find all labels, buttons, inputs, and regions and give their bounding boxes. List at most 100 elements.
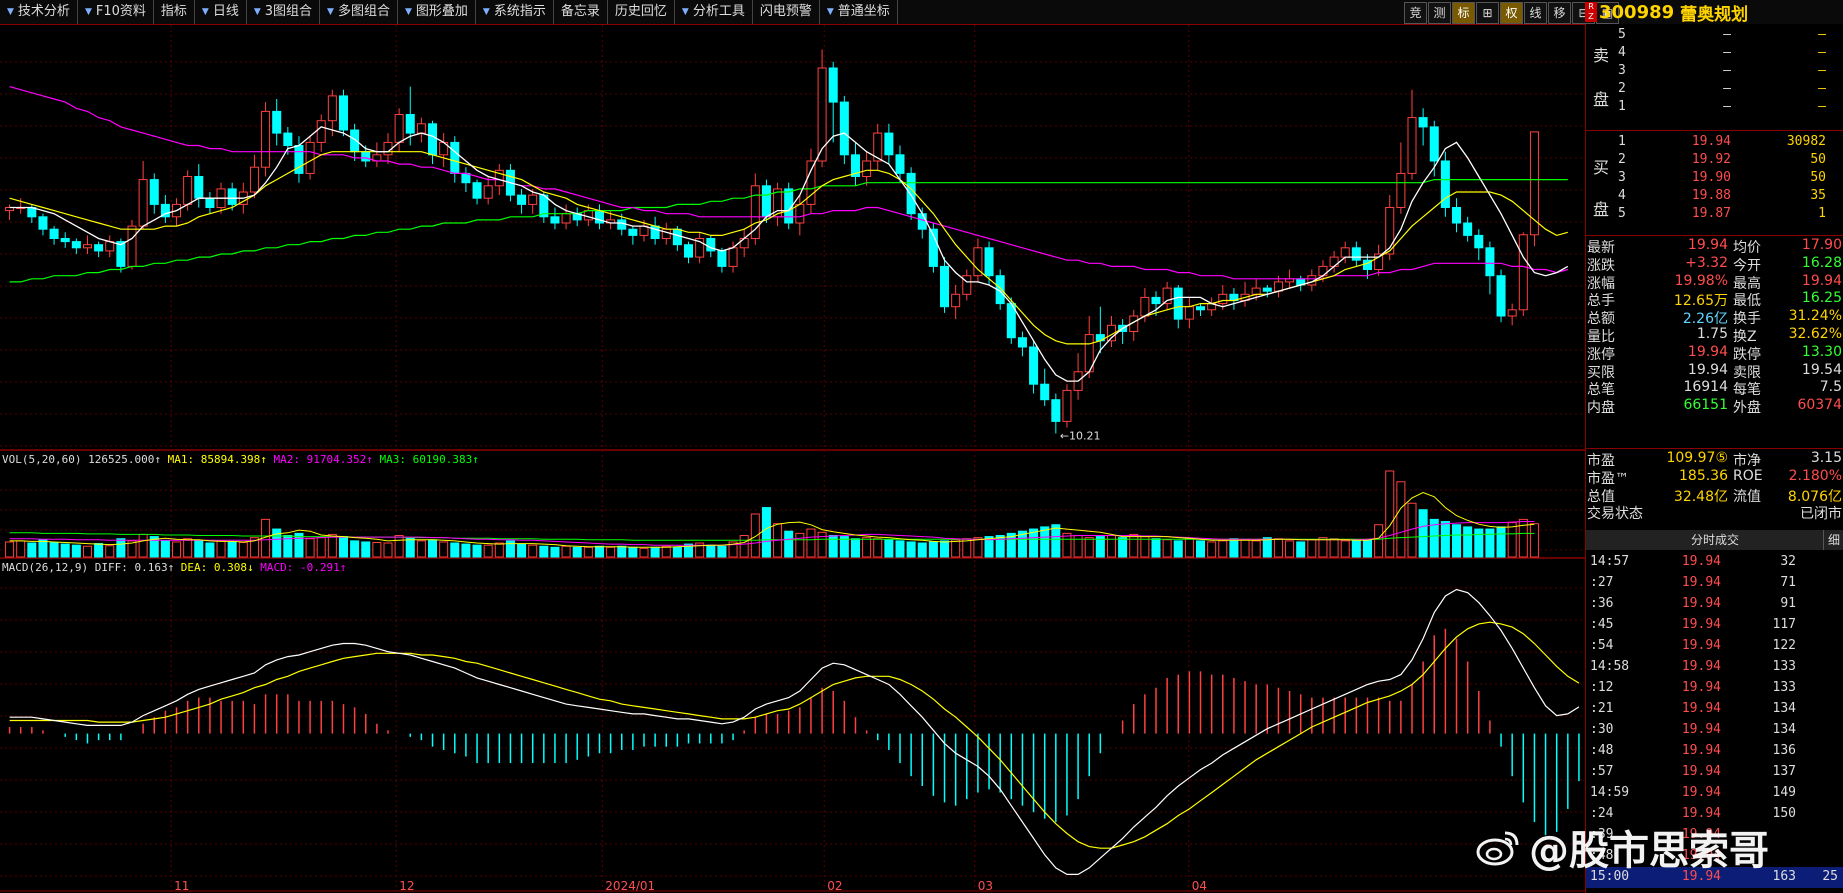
candle-down	[517, 194, 527, 205]
volume-bar-up	[105, 545, 115, 558]
quote-row: 交易状态 已闭市	[1586, 501, 1843, 522]
candle-up	[1062, 389, 1072, 422]
view-button-4[interactable]: 权	[1500, 2, 1523, 24]
volume-bar-down	[38, 539, 48, 558]
menu-item-8[interactable]: 备忘录	[554, 0, 608, 24]
menu-item-4[interactable]: ▼ 3图组合	[247, 0, 321, 24]
candle-up	[261, 110, 271, 168]
candle-down	[94, 244, 104, 252]
candle-up	[249, 166, 259, 193]
menu-item-9[interactable]: 历史回忆	[608, 0, 675, 24]
candle-up	[394, 114, 404, 143]
candle-down	[1463, 222, 1473, 236]
candle-up	[583, 210, 593, 221]
sell-vol: —	[1818, 63, 1826, 78]
menu-item-3[interactable]: ▼ 日线	[195, 0, 247, 24]
volume-bar-down	[160, 540, 170, 558]
timesales-row: :54 19.94 122	[1586, 636, 1843, 657]
low-price-annotation: ←10.21	[1060, 429, 1101, 442]
menu-item-6[interactable]: ▼ 图形叠加	[398, 0, 476, 24]
candle-up	[327, 95, 337, 122]
menu-item-label: 技术分析	[17, 4, 70, 19]
volume-legend-item: MA2: 91704.352↑	[267, 453, 373, 466]
buy-price: 19.90	[1691, 170, 1731, 185]
timesales-p: 19.94	[1681, 701, 1721, 716]
volume-bar-down	[27, 542, 37, 558]
macd-legend-item: DEA: 0.308↓	[174, 561, 253, 574]
candle-down	[1040, 383, 1050, 401]
volume-bar-up	[416, 540, 426, 558]
volume-bar-up	[1273, 538, 1283, 558]
volume-bar-down	[940, 540, 950, 558]
volume-bar-up	[1318, 537, 1328, 558]
volume-bar-down	[928, 541, 938, 558]
view-button-1[interactable]: 测	[1428, 2, 1451, 24]
fine-toggle-button[interactable]: 细	[1823, 530, 1843, 550]
volume-bar-down	[49, 541, 59, 558]
menu-item-label: 图形叠加	[415, 4, 468, 19]
timesales-t: :30	[1590, 722, 1614, 737]
sell-label-1: 卖	[1592, 46, 1609, 65]
timesales-t: :54	[1590, 638, 1614, 653]
menu-item-2[interactable]: 指标	[154, 0, 195, 24]
timesales-t: :27	[1590, 575, 1614, 590]
candle-down	[1262, 287, 1272, 292]
candle-down	[917, 213, 927, 230]
quote-v2: 31.24%	[1788, 308, 1842, 325]
candle-up	[1251, 287, 1261, 295]
volume-bar-down	[717, 545, 727, 558]
sell-level: 4	[1618, 45, 1626, 60]
quote-v1: 109.97⑤	[1666, 450, 1728, 466]
kline-chart[interactable]: 11 12 2024/01 02 03 04←10.21VOL(5,20,60) 1265…	[0, 25, 1585, 893]
candle-up	[561, 213, 571, 224]
candle-down	[428, 123, 438, 156]
quote-v2: 17.90	[1801, 237, 1842, 253]
quote-l2: 外盘	[1733, 400, 1761, 417]
menu-item-1[interactable]: ▼ F10资料	[78, 0, 154, 24]
candle-up	[1318, 265, 1328, 277]
stock-title: R Z 300989 蕾奥规划	[1585, 1, 1749, 25]
menu-item-0[interactable]: ▼ 技术分析	[0, 0, 78, 24]
timesales-p: 19.94	[1681, 659, 1721, 674]
menu-item-7[interactable]: ▼ 系统指示	[476, 0, 554, 24]
view-button-0[interactable]: 竞	[1404, 2, 1427, 24]
stock-tag-badge: R Z	[1585, 2, 1597, 22]
volume-bar-down	[338, 536, 348, 558]
menu-item-11[interactable]: 闪电预警	[753, 0, 820, 24]
volume-bar-up	[383, 542, 393, 558]
menu-item-label: 日线	[212, 4, 239, 19]
volume-bar-down	[194, 540, 204, 558]
sell-price: —	[1723, 99, 1731, 114]
volume-bar-up	[561, 545, 571, 558]
stock-name: 蕾奥规划	[1680, 4, 1749, 25]
candle-down	[940, 265, 950, 308]
volume-bar-down	[405, 537, 415, 558]
quote-v1: 1.75	[1696, 326, 1728, 342]
buy-vol: 50	[1810, 170, 1826, 185]
candle-down	[1029, 346, 1039, 385]
timesales-t: :57	[1590, 764, 1614, 779]
watermark: @股市思索哥	[1475, 818, 1769, 876]
view-button-6[interactable]: 移	[1548, 2, 1571, 24]
volume-legend: VOL(5,20,60) 126525.000↑ MA1: 85894.398↑…	[2, 453, 479, 466]
volume-bar-down	[539, 545, 549, 558]
watermark-text: @股市思索哥	[1529, 828, 1769, 874]
timesales-row: :12 19.94 133	[1586, 678, 1843, 699]
view-button-2[interactable]: 标	[1452, 2, 1475, 24]
candle-up	[127, 225, 137, 267]
timesales-v: 137	[1772, 764, 1796, 779]
quote-row: 内盘 66151 外盘 60374	[1586, 395, 1843, 416]
candle-down	[761, 185, 771, 218]
menu-item-12[interactable]: ▼ 普通坐标	[820, 0, 898, 24]
candle-up	[862, 160, 872, 177]
sell-price: —	[1723, 81, 1731, 96]
candle-down	[1017, 337, 1027, 348]
view-button-5[interactable]: 线	[1524, 2, 1547, 24]
menu-item-5[interactable]: ▼ 多图组合	[320, 0, 398, 24]
quote-l1: 交易状态	[1587, 506, 1643, 523]
volume-bar-up	[138, 533, 148, 558]
menu-item-10[interactable]: ▼ 分析工具	[675, 0, 753, 24]
buy-price: 19.88	[1691, 188, 1731, 203]
candle-down	[895, 154, 905, 174]
view-button-3[interactable]: ⊞	[1476, 2, 1499, 24]
